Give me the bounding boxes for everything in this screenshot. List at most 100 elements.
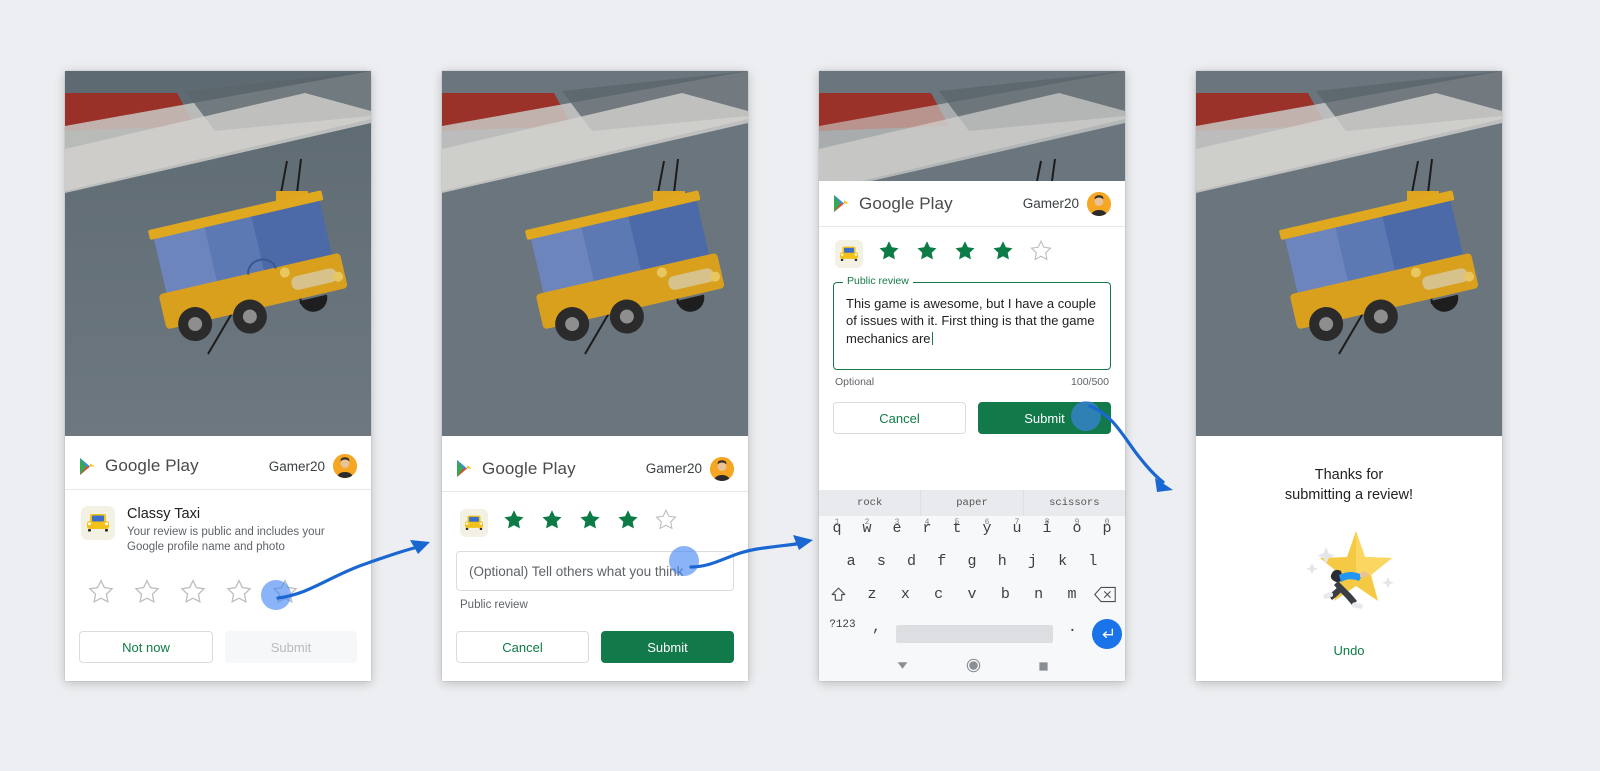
key-x[interactable]: x xyxy=(889,586,922,603)
review-sheet-1: Google Play Gamer20 Classy Taxi Your rev… xyxy=(65,443,371,681)
thanks-line-2: submitting a review! xyxy=(1284,486,1414,503)
key-k[interactable]: k xyxy=(1048,553,1078,570)
app-info-row: Classy Taxi Your review is public and in… xyxy=(65,490,371,556)
key-c[interactable]: c xyxy=(922,586,955,603)
cancel-button-2[interactable]: Cancel xyxy=(456,631,589,663)
key-q[interactable]: 1q xyxy=(822,518,852,537)
game-illustration-3 xyxy=(819,71,1125,181)
google-play-brand-3: Google Play xyxy=(833,194,953,214)
key-l[interactable]: l xyxy=(1078,553,1108,570)
key-b[interactable]: b xyxy=(989,586,1022,603)
backspace-key-icon[interactable] xyxy=(1089,586,1122,603)
key-h[interactable]: h xyxy=(987,553,1017,570)
google-play-brand-2: Google Play xyxy=(456,459,576,479)
star-2[interactable] xyxy=(540,508,564,537)
star-4[interactable] xyxy=(225,578,253,611)
star-5[interactable] xyxy=(654,508,678,537)
star-4[interactable] xyxy=(991,239,1015,268)
suggestion-scissors[interactable]: scissors xyxy=(1024,490,1125,516)
avatar-3[interactable] xyxy=(1087,191,1111,216)
classy-taxi-app-icon-3 xyxy=(835,239,863,268)
key-i[interactable]: 8i xyxy=(1032,518,1062,537)
star-1[interactable] xyxy=(502,508,526,537)
game-illustration-2 xyxy=(442,71,748,436)
home-nav-icon[interactable] xyxy=(966,658,981,678)
android-nav-bar xyxy=(819,655,1125,681)
star-3[interactable] xyxy=(953,239,977,268)
google-play-wordmark: Google Play xyxy=(105,456,199,476)
user-name-3: Gamer20 xyxy=(1022,196,1079,211)
classy-taxi-app-icon xyxy=(81,505,115,540)
star-rating-1[interactable] xyxy=(65,556,371,611)
comma-key[interactable]: , xyxy=(863,619,890,636)
star-2[interactable] xyxy=(133,578,161,611)
review-textarea[interactable]: This game is awesome, but I have a coupl… xyxy=(833,282,1111,370)
google-play-wordmark-3: Google Play xyxy=(859,193,953,213)
submit-button-2[interactable]: Submit xyxy=(601,631,734,663)
key-r[interactable]: 4r xyxy=(912,518,942,537)
keyboard-row-3: z x c v b n m xyxy=(822,586,1122,619)
star-rating-2[interactable] xyxy=(442,492,748,537)
key-j[interactable]: j xyxy=(1017,553,1047,570)
classy-taxi-app-icon-2 xyxy=(460,508,488,537)
star-4[interactable] xyxy=(616,508,640,537)
app-review-disclaimer: Your review is public and includes your … xyxy=(127,525,325,554)
period-key[interactable]: . xyxy=(1059,619,1086,636)
recents-nav-icon[interactable] xyxy=(1038,659,1049,677)
google-play-icon xyxy=(834,195,849,212)
star-3[interactable] xyxy=(179,578,207,611)
avatar-2[interactable] xyxy=(710,456,734,481)
key-g[interactable]: g xyxy=(957,553,987,570)
phone-screen-4: Thanks for submitting a review! Undo xyxy=(1196,71,1502,681)
thanks-message: Thanks for submitting a review! xyxy=(1196,436,1502,505)
google-play-icon xyxy=(80,457,95,475)
suggestion-paper[interactable]: paper xyxy=(921,490,1024,516)
key-s[interactable]: s xyxy=(866,553,896,570)
key-w[interactable]: 2w xyxy=(852,518,882,537)
symbols-key[interactable]: ?123 xyxy=(822,619,863,631)
suggestion-rock[interactable]: rock xyxy=(819,490,922,516)
review-sheet-3: Google Play Gamer20 Public review This g… xyxy=(819,181,1125,681)
key-d[interactable]: d xyxy=(896,553,926,570)
key-f[interactable]: f xyxy=(927,553,957,570)
key-y[interactable]: 6y xyxy=(972,518,1002,537)
avatar-1[interactable] xyxy=(333,454,357,479)
star-with-person-icon xyxy=(1196,505,1502,619)
undo-button[interactable]: Undo xyxy=(1196,619,1502,658)
cancel-button-3[interactable]: Cancel xyxy=(833,402,966,434)
suggestion-bar: rock paper scissors xyxy=(819,490,1125,516)
key-a[interactable]: a xyxy=(836,553,866,570)
key-u[interactable]: 7u xyxy=(1002,518,1032,537)
game-illustration-4 xyxy=(1196,71,1502,436)
key-p[interactable]: 0p xyxy=(1092,518,1122,537)
star-3[interactable] xyxy=(578,508,602,537)
submit-button-disabled[interactable]: Submit xyxy=(225,631,357,663)
star-2[interactable] xyxy=(915,239,939,268)
star-1[interactable] xyxy=(877,239,901,268)
review-sheet-2: Google Play Gamer20 (Optional) Tell othe… xyxy=(442,446,748,681)
phone-screen-3: Google Play Gamer20 Public review This g… xyxy=(819,71,1125,681)
key-z[interactable]: z xyxy=(855,586,888,603)
key-o[interactable]: 9o xyxy=(1062,518,1092,537)
key-m[interactable]: m xyxy=(1055,586,1088,603)
star-1[interactable] xyxy=(87,578,115,611)
review-input-placeholder: (Optional) Tell others what you think xyxy=(469,563,684,579)
not-now-button[interactable]: Not now xyxy=(79,631,213,663)
key-v[interactable]: v xyxy=(955,586,988,603)
keyboard-row-4: ?123 , . xyxy=(822,619,1123,652)
space-key[interactable] xyxy=(896,625,1053,643)
screenshot-stage: Google Play Gamer20 Classy Taxi Your rev… xyxy=(0,0,1600,771)
action-buttons-2: Cancel Submit xyxy=(442,611,748,681)
review-textarea-wrapper: Public review This game is awesome, but … xyxy=(833,275,1111,370)
text-caret xyxy=(931,331,933,345)
back-nav-icon[interactable] xyxy=(896,659,909,677)
key-n[interactable]: n xyxy=(1022,586,1055,603)
shift-key-icon[interactable] xyxy=(822,586,855,603)
key-t[interactable]: 5t xyxy=(942,518,972,537)
google-play-header-1: Google Play Gamer20 xyxy=(65,444,371,490)
star-5[interactable] xyxy=(1029,239,1053,268)
enter-key-icon[interactable] xyxy=(1092,619,1123,649)
star-rating-3[interactable] xyxy=(819,227,1125,268)
key-e[interactable]: 3e xyxy=(882,518,912,537)
textarea-meta: Optional 100/500 xyxy=(835,376,1109,388)
